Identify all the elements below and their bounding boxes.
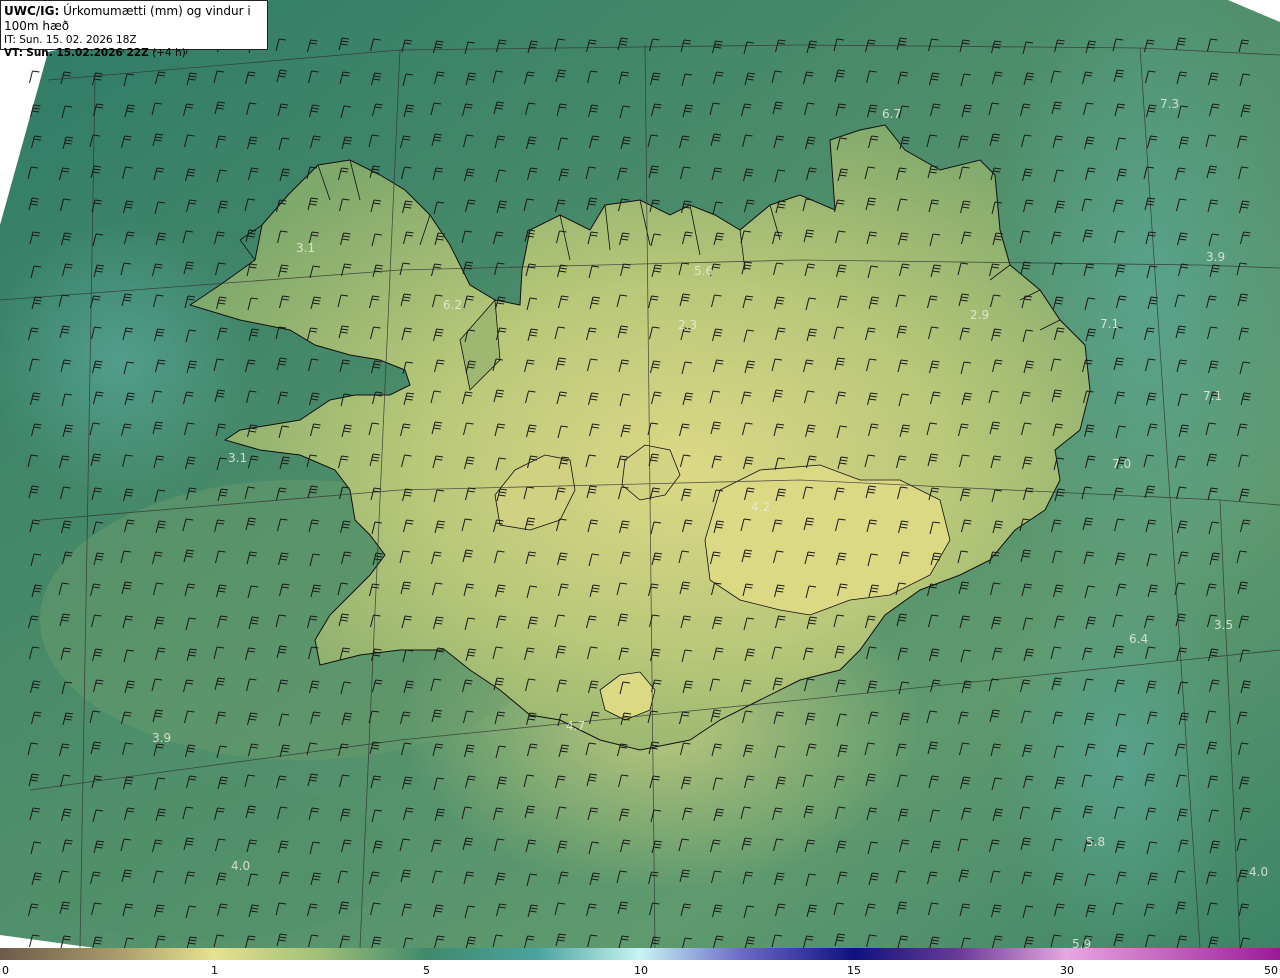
init-time: Sun. 15. 02. 2026 18Z [19, 34, 137, 46]
valid-time-offset: (+4 h) [152, 47, 186, 59]
pw-value-label: 6.7 [882, 107, 901, 121]
map-header: UWC/IG: Úrkomumætti (mm) og vindur i 100… [0, 0, 268, 59]
pw-value-label: 4.2 [751, 500, 770, 514]
pw-value-label: 3.9 [152, 731, 171, 745]
legend-tick-30: 30 [1060, 964, 1074, 977]
product-code: UWC/IG: [4, 4, 60, 18]
pw-value-label: 7.0 [1112, 457, 1131, 471]
legend-colorbar [0, 948, 1280, 960]
pw-value-label: 6.2 [443, 298, 462, 312]
pw-value-label: 5.6 [694, 264, 713, 278]
legend-tick-10: 10 [634, 964, 648, 977]
pw-value-label: 3.1 [228, 451, 247, 465]
pw-value-label: 4.0 [1249, 865, 1268, 879]
init-time-prefix: IT: [4, 34, 16, 46]
pw-value-label: 2.3 [678, 318, 697, 332]
pw-value-label: 5.8 [1086, 835, 1105, 849]
pw-value-label: 7.1 [1203, 389, 1222, 403]
pw-value-label: 4.7 [566, 719, 585, 733]
legend-tick-0: 0 [2, 964, 9, 977]
legend-tick-50: 50 [1264, 964, 1278, 977]
pw-value-label: 6.4 [1129, 632, 1148, 646]
pw-value-label: 3.5 [1214, 618, 1233, 632]
pw-value-label: 7.3 [1160, 97, 1179, 111]
legend-tick-5: 5 [423, 964, 430, 977]
precipitable-water-map: 6.7 7.3 3.1 5.6 6.2 2.3 2.9 3.9 7.1 7.1 7.0 3.1 4.2 3… [0, 0, 1280, 948]
pw-value-label: 2.9 [970, 308, 989, 322]
color-legend: 0 1 5 10 15 30 50 [0, 948, 1280, 978]
pw-value-label: 3.1 [296, 241, 315, 255]
pw-value-label: 7.1 [1100, 317, 1119, 331]
pw-value-label: 4.0 [231, 859, 250, 873]
valid-time: Sun. 15.02.2026 22Z [26, 47, 149, 59]
legend-tick-1: 1 [211, 964, 218, 977]
valid-time-prefix: VT: [4, 47, 23, 59]
pw-value-label: 5.9 [1072, 937, 1091, 948]
pw-value-label: 3.9 [1206, 250, 1225, 264]
legend-tick-15: 15 [847, 964, 861, 977]
